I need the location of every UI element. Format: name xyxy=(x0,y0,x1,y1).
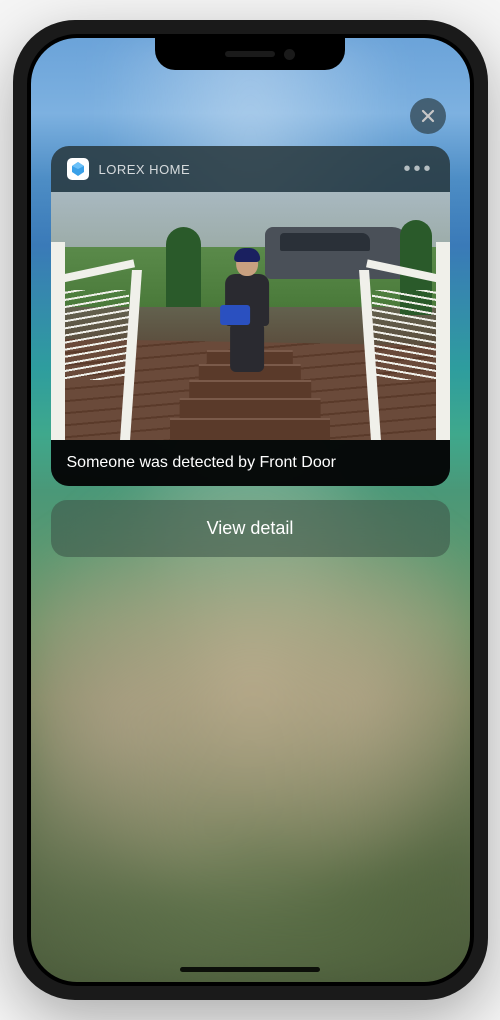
notification-overlay: LOREX HOME ••• xyxy=(31,38,470,982)
phone-device-frame: LOREX HOME ••• xyxy=(13,20,488,1000)
more-options-button[interactable]: ••• xyxy=(403,165,433,173)
notification-card[interactable]: LOREX HOME ••• xyxy=(51,146,450,486)
app-info: LOREX HOME xyxy=(67,158,191,180)
app-name-label: LOREX HOME xyxy=(99,162,191,177)
phone-screen: LOREX HOME ••• xyxy=(31,38,470,982)
speaker-grille xyxy=(225,51,275,57)
camera-snapshot xyxy=(51,192,450,440)
front-camera xyxy=(284,49,295,60)
phone-inner-bezel: LOREX HOME ••• xyxy=(27,34,474,986)
phone-notch xyxy=(155,38,345,70)
notification-message: Someone was detected by Front Door xyxy=(51,440,450,486)
lorex-app-icon xyxy=(67,158,89,180)
notification-header: LOREX HOME ••• xyxy=(51,146,450,192)
view-detail-button[interactable]: View detail xyxy=(51,500,450,557)
close-icon xyxy=(420,108,436,124)
detected-person xyxy=(218,250,276,370)
home-indicator[interactable] xyxy=(180,967,320,972)
close-button[interactable] xyxy=(410,98,446,134)
